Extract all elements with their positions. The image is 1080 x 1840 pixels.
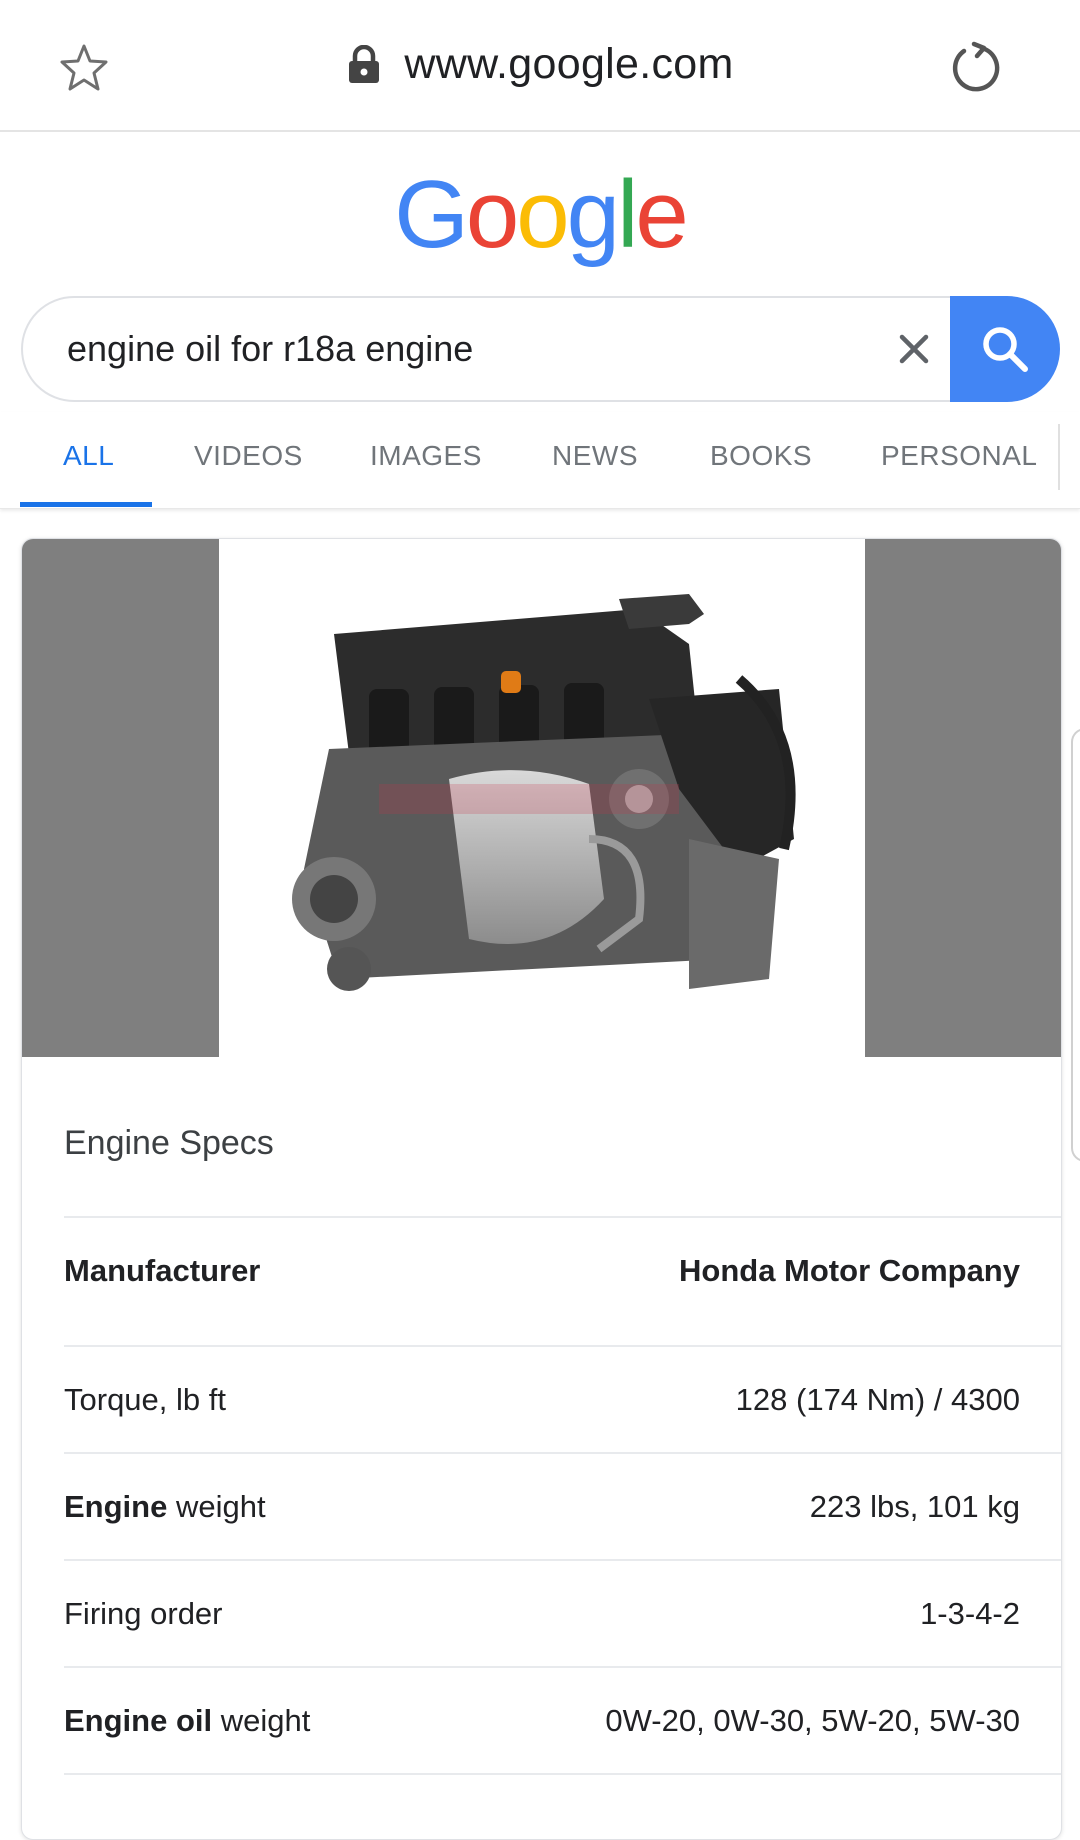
spec-key: Engine oil weight: [64, 1668, 310, 1773]
spec-row-firing-order[interactable]: Firing order 1-3-4-2: [64, 1559, 1061, 1668]
active-tab-indicator: [20, 502, 152, 507]
search-box: [21, 296, 1059, 402]
tab-divider: [1058, 424, 1060, 490]
logo-letter: o: [516, 161, 569, 268]
spec-row-torque[interactable]: Torque, lb ft 128 (174 Nm) / 4300: [64, 1345, 1061, 1454]
spec-value: 0W-20, 0W-30, 5W-20, 5W-30: [605, 1703, 1020, 1738]
browser-address-bar: www.google.com: [0, 0, 1080, 132]
spec-value: Honda Motor Company: [679, 1253, 1020, 1288]
spec-key: Firing order: [64, 1596, 223, 1631]
row-divider: [64, 1773, 1061, 1776]
clear-icon[interactable]: [891, 326, 937, 372]
spec-value: 223 lbs, 101 kg: [809, 1489, 1020, 1524]
image-strip: [22, 539, 1061, 1057]
logo-letter: G: [394, 161, 469, 268]
url-field[interactable]: www.google.com: [346, 40, 733, 89]
spec-key-rest: weight: [212, 1703, 311, 1738]
spec-value: 128 (174 Nm) / 4300: [735, 1382, 1020, 1417]
engine-specs-card: Engine Specs Manufacturer Honda Motor Co…: [21, 538, 1062, 1840]
spec-row-manufacturer[interactable]: Manufacturer Honda Motor Company: [64, 1216, 1061, 1325]
edge-panel-handle[interactable]: [1071, 728, 1080, 1162]
tab-news[interactable]: NEWS: [552, 412, 638, 508]
spec-key-rest: weight: [167, 1489, 266, 1524]
tab-books[interactable]: BOOKS: [710, 412, 812, 508]
search-tabs: ALL VIDEOS IMAGES NEWS BOOKS PERSONAL: [0, 412, 1080, 509]
engine-image[interactable]: [219, 539, 865, 1057]
search-input[interactable]: [67, 298, 847, 400]
spec-row-engine-oil-weight[interactable]: Engine oil weight 0W-20, 0W-30, 5W-20, 5…: [64, 1666, 1061, 1775]
card-title: Engine Specs: [64, 1124, 274, 1162]
logo-letter: g: [566, 161, 620, 268]
tab-images[interactable]: IMAGES: [370, 412, 482, 508]
search-icon: [983, 327, 1028, 372]
url-text: www.google.com: [404, 40, 734, 88]
google-logo[interactable]: Google: [0, 160, 1080, 270]
tab-personal[interactable]: PERSONAL: [881, 412, 1038, 508]
search-button[interactable]: [950, 296, 1060, 402]
spec-key: Engine weight: [64, 1454, 266, 1559]
spec-key: Torque, lb ft: [64, 1382, 226, 1417]
tab-all[interactable]: ALL: [63, 412, 114, 508]
tab-videos[interactable]: VIDEOS: [194, 412, 303, 508]
logo-letter: e: [635, 161, 688, 268]
spec-value: 1-3-4-2: [920, 1596, 1020, 1631]
logo-letter: o: [465, 161, 519, 268]
spec-key: Manufacturer: [64, 1253, 261, 1288]
logo-letter: l: [617, 161, 638, 268]
spec-key-bold: Engine: [64, 1489, 168, 1524]
reload-icon[interactable]: [946, 38, 1006, 98]
spec-key-bold: Engine oil: [64, 1703, 213, 1738]
lock-icon: [349, 44, 380, 83]
spec-row-engine-weight[interactable]: Engine weight 223 lbs, 101 kg: [64, 1452, 1061, 1561]
